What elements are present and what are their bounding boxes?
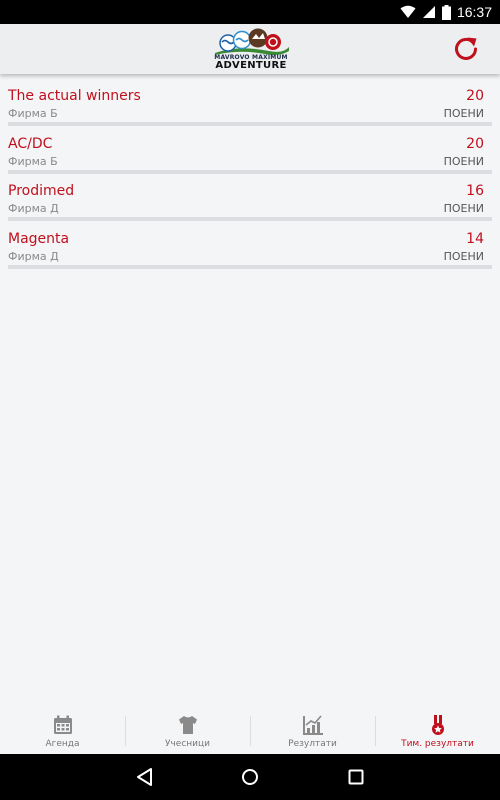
row-divider: [8, 217, 492, 221]
nav-tab-label: Тим. резултати: [401, 739, 474, 749]
team-results-list: The actual winners Фирма Б 20 ПОЕНИ AC/D…: [8, 86, 492, 276]
nav-tab-label: Учесници: [165, 739, 210, 749]
status-time: 16:37: [456, 4, 492, 20]
chart-icon: [302, 715, 323, 735]
nav-tab-results[interactable]: Резултати: [250, 712, 375, 754]
app-logo: MAVROVO MAXIMUM ADVENTURE: [209, 27, 293, 71]
nav-tab-participants[interactable]: Учесници: [125, 712, 250, 754]
points-label: ПОЕНИ: [443, 249, 484, 263]
calendar-icon: [53, 715, 72, 734]
nav-tab-team-results[interactable]: Тим. резултати: [375, 712, 500, 754]
battery-icon: [441, 4, 451, 20]
row-divider: [8, 122, 492, 126]
team-points: 20: [466, 88, 484, 104]
logo-title-line2: ADVENTURE: [215, 60, 287, 71]
status-bar: 16:37: [0, 0, 500, 24]
tshirt-icon: [178, 716, 197, 734]
home-icon[interactable]: [240, 767, 260, 787]
team-name: AC/DC: [8, 135, 53, 152]
row-divider: [8, 169, 492, 174]
list-item[interactable]: AC/DC Фирма Б 20 ПОЕНИ: [8, 134, 492, 182]
list-item[interactable]: The actual winners Фирма Б 20 ПОЕНИ: [8, 86, 492, 134]
app-bar: MAVROVO MAXIMUM ADVENTURE: [0, 24, 500, 74]
team-points: 16: [466, 183, 484, 199]
points-label: ПОЕНИ: [443, 154, 484, 168]
signal-icon: [422, 6, 435, 18]
team-name: The actual winners: [8, 88, 141, 104]
company-name: Фирма Б: [8, 107, 58, 120]
list-item[interactable]: Magenta Фирма Д 14 ПОЕНИ: [8, 229, 492, 277]
list-item[interactable]: Prodimed Фирма Д 16 ПОЕНИ: [8, 181, 492, 229]
company-name: Фирма Д: [8, 249, 59, 263]
team-points: 14: [466, 230, 484, 247]
nav-tab-agenda[interactable]: Агенда: [0, 712, 125, 754]
bottom-navigation: Агенда Учесници Резултати Тим. резултати: [0, 712, 500, 754]
logo-graphic: [215, 28, 289, 55]
row-divider: [8, 264, 492, 269]
nav-tab-label: Агенда: [45, 739, 80, 749]
team-name: Prodimed: [8, 183, 75, 199]
team-name: Magenta: [8, 230, 70, 247]
system-navigation-bar: [0, 754, 500, 800]
status-icons: 16:37: [400, 3, 492, 21]
points-label: ПОЕНИ: [443, 107, 484, 120]
recents-icon[interactable]: [346, 767, 366, 787]
company-name: Фирма Б: [8, 154, 58, 168]
medal-icon: [431, 715, 444, 735]
back-icon[interactable]: [135, 767, 155, 787]
company-name: Фирма Д: [8, 202, 59, 215]
refresh-icon[interactable]: [452, 35, 480, 63]
nav-tab-label: Резултати: [288, 739, 337, 749]
wifi-icon: [400, 5, 416, 18]
points-label: ПОЕНИ: [443, 202, 484, 215]
team-points: 20: [466, 135, 484, 152]
